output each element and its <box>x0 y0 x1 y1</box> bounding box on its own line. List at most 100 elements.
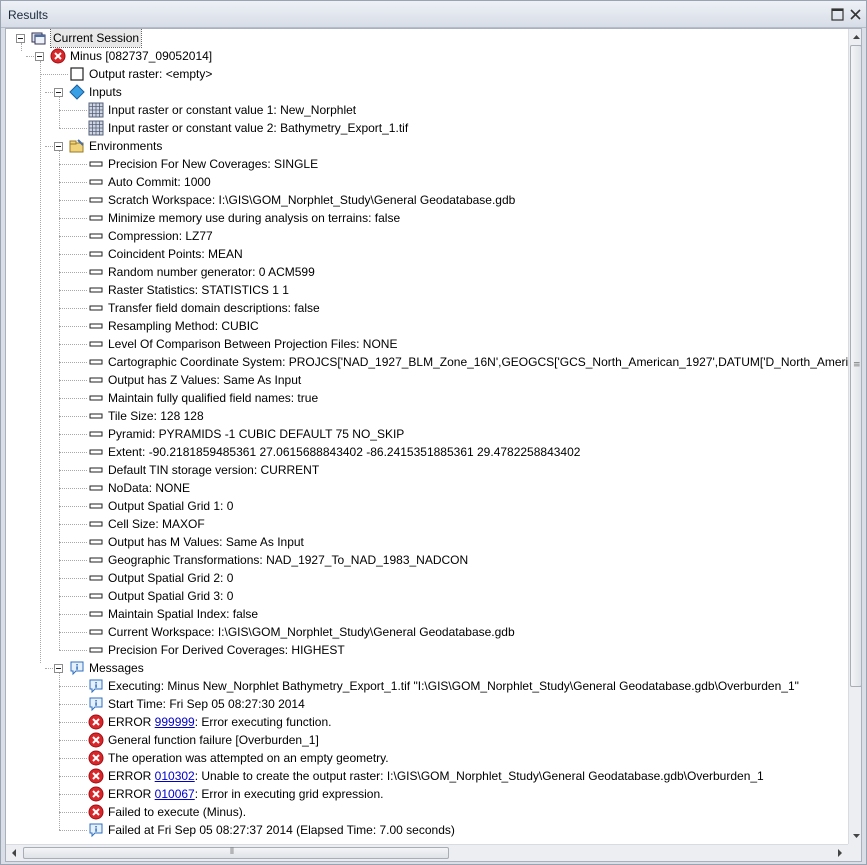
tree-node-environment-setting[interactable]: Precision For Derived Coverages: HIGHEST <box>6 641 848 659</box>
collapse-toggle-icon[interactable] <box>54 142 63 151</box>
tree-node-environments[interactable]: Environments <box>6 137 848 155</box>
tree-connector-line <box>59 830 87 831</box>
tree-node-environment-setting[interactable]: Output Spatial Grid 1: 0 <box>6 497 848 515</box>
tree-node-environment-setting[interactable]: Minimize memory use during analysis on t… <box>6 209 848 227</box>
environment-setting-icon <box>88 444 104 460</box>
tree-node-environment-setting[interactable]: Resampling Method: CUBIC <box>6 317 848 335</box>
message-prefix: Start Time: Fri Sep 05 08:27:30 2014 <box>108 697 305 711</box>
close-icon[interactable] <box>848 7 863 22</box>
tree-node-environment-setting[interactable]: Output Spatial Grid 3: 0 <box>6 587 848 605</box>
tree-node-environment-setting[interactable]: Random number generator: 0 ACM599 <box>6 263 848 281</box>
tree-node-environment-setting[interactable]: Geographic Transformations: NAD_1927_To_… <box>6 551 848 569</box>
tree-node-environment-setting[interactable]: Cell Size: MAXOF <box>6 515 848 533</box>
environment-setting-label: Output has Z Values: Same As Input <box>108 373 302 387</box>
tree-connector-line <box>59 290 87 291</box>
tree-node-environment-setting[interactable]: Coincident Points: MEAN <box>6 245 848 263</box>
message-text: Failed to execute (Minus). <box>108 803 246 821</box>
tree-node-message[interactable]: ERROR 010067: Error in executing grid ex… <box>6 785 848 803</box>
tree-connector-line <box>59 758 87 759</box>
environment-setting-icon <box>88 426 104 442</box>
tree-node-message[interactable]: Start Time: Fri Sep 05 08:27:30 2014 <box>6 695 848 713</box>
tree-node-message[interactable]: The operation was attempted on an empty … <box>6 749 848 767</box>
vertical-scroll-thumb[interactable]: ≡ <box>850 45 861 687</box>
collapse-toggle-icon[interactable] <box>35 52 44 61</box>
collapse-toggle-icon[interactable] <box>16 34 25 43</box>
tree-connector-line <box>59 151 60 650</box>
message-text: ERROR 010067: Error in executing grid ex… <box>108 785 383 803</box>
tree-node-environment-setting[interactable]: Extent: -90.2181859485361 27.06156888434… <box>6 443 848 461</box>
error-icon <box>88 750 104 766</box>
tree-node-environment-setting[interactable]: Default TIN storage version: CURRENT <box>6 461 848 479</box>
error-code-link[interactable]: 999999 <box>155 715 195 729</box>
environment-setting-label: Current Workspace: I:\GIS\GOM_Norphlet_S… <box>108 625 515 639</box>
environment-setting-icon <box>88 570 104 586</box>
tool-run-label: Minus [082737_09052014] <box>70 49 213 63</box>
tree-node-environment-setting[interactable]: Raster Statistics: STATISTICS 1 1 <box>6 281 848 299</box>
tree-node-environment-setting[interactable]: Current Workspace: I:\GIS\GOM_Norphlet_S… <box>6 623 848 641</box>
collapse-toggle-icon[interactable] <box>54 664 63 673</box>
scroll-up-arrow-icon[interactable] <box>849 29 862 45</box>
input-parameter-label: Input raster or constant value 1: New_No… <box>108 103 357 117</box>
tree-node-current-session[interactable]: Current Session <box>6 29 848 48</box>
tree-connector-line <box>40 61 41 663</box>
tree-connector-line <box>59 740 87 741</box>
tree-node-environment-setting[interactable]: NoData: NONE <box>6 479 848 497</box>
environment-setting-icon <box>88 516 104 532</box>
tree-node-environment-setting[interactable]: Output Spatial Grid 2: 0 <box>6 569 848 587</box>
vertical-scrollbar[interactable]: ≡ <box>848 29 862 844</box>
tree-node-environment-setting[interactable]: Output has M Values: Same As Input <box>6 533 848 551</box>
message-prefix: ERROR <box>108 769 155 783</box>
tree-node-input-1[interactable]: Input raster or constant value 1: New_No… <box>6 101 848 119</box>
tree-connector-line <box>59 506 87 507</box>
tree-node-environment-setting[interactable]: Cartographic Coordinate System: PROJCS['… <box>6 353 861 371</box>
horizontal-scroll-thumb[interactable]: ⦀ <box>23 847 449 859</box>
error-code-link[interactable]: 010067 <box>155 787 195 801</box>
tree-node-environment-setting[interactable]: Scratch Workspace: I:\GIS\GOM_Norphlet_S… <box>6 191 848 209</box>
environment-setting-icon <box>88 156 104 172</box>
scroll-left-arrow-icon[interactable] <box>6 845 22 861</box>
tree-node-environment-setting[interactable]: Maintain fully qualified field names: tr… <box>6 389 848 407</box>
tree-node-message[interactable]: Executing: Minus New_Norphlet Bathymetry… <box>6 677 848 695</box>
tree-node-output-raster[interactable]: Output raster: <empty> <box>6 65 848 83</box>
tree-node-messages[interactable]: Messages <box>6 659 848 677</box>
tree-node-environment-setting[interactable]: Auto Commit: 1000 <box>6 173 848 191</box>
environments-icon <box>69 138 85 154</box>
tree-connector-line <box>59 488 87 489</box>
tree-node-environment-setting[interactable]: Compression: LZ77 <box>6 227 848 245</box>
tree-connector-line <box>59 362 87 363</box>
tree-node-environment-setting[interactable]: Pyramid: PYRAMIDS -1 CUBIC DEFAULT 75 NO… <box>6 425 848 443</box>
tree-node-message[interactable]: ERROR 010302: Unable to create the outpu… <box>6 767 848 785</box>
tree-node-input-2[interactable]: Input raster or constant value 2: Bathym… <box>6 119 848 137</box>
tree-node-environment-setting[interactable]: Tile Size: 128 128 <box>6 407 848 425</box>
input-parameter-label: Input raster or constant value 2: Bathym… <box>108 121 409 135</box>
tree-node-minus-tool[interactable]: Minus [082737_09052014] <box>6 47 848 65</box>
tree-node-environment-setting[interactable]: Maintain Spatial Index: false <box>6 605 848 623</box>
environment-setting-icon <box>88 354 104 370</box>
collapse-toggle-icon[interactable] <box>54 88 63 97</box>
horizontal-scrollbar[interactable]: ⦀ <box>6 844 848 861</box>
tree-node-environment-setting[interactable]: Level Of Comparison Between Projection F… <box>6 335 848 353</box>
environment-setting-label: Resampling Method: CUBIC <box>108 319 259 333</box>
restore-icon[interactable] <box>830 7 845 22</box>
tree-node-inputs[interactable]: Inputs <box>6 83 848 101</box>
scroll-right-arrow-icon[interactable] <box>832 845 848 861</box>
tree-node-environment-setting[interactable]: Transfer field domain descriptions: fals… <box>6 299 848 317</box>
environment-setting-icon <box>88 372 104 388</box>
scroll-down-arrow-icon[interactable] <box>849 828 862 844</box>
message-suffix: : Unable to create the output raster: I:… <box>194 769 764 783</box>
environment-setting-label: Compression: LZ77 <box>108 229 213 243</box>
tree-connector-line <box>45 146 53 147</box>
environment-setting-label: Precision For Derived Coverages: HIGHEST <box>108 643 345 657</box>
tree-node-message[interactable]: ERROR 999999: Error executing function. <box>6 713 848 731</box>
environment-setting-icon <box>88 264 104 280</box>
error-code-link[interactable]: 010302 <box>155 769 195 783</box>
tree-connector-line <box>59 722 87 723</box>
message-text: The operation was attempted on an empty … <box>108 749 389 767</box>
tree-node-message[interactable]: General function failure [Overburden_1] <box>6 731 848 749</box>
tree-node-environment-setting[interactable]: Precision For New Coverages: SINGLE <box>6 155 848 173</box>
tree-node-environment-setting[interactable]: Output has Z Values: Same As Input <box>6 371 848 389</box>
message-text: Start Time: Fri Sep 05 08:27:30 2014 <box>108 695 305 713</box>
tree-node-message[interactable]: Failed at Fri Sep 05 08:27:37 2014 (Elap… <box>6 821 848 839</box>
tree-connector-line <box>59 794 87 795</box>
tree-node-message[interactable]: Failed to execute (Minus). <box>6 803 848 821</box>
